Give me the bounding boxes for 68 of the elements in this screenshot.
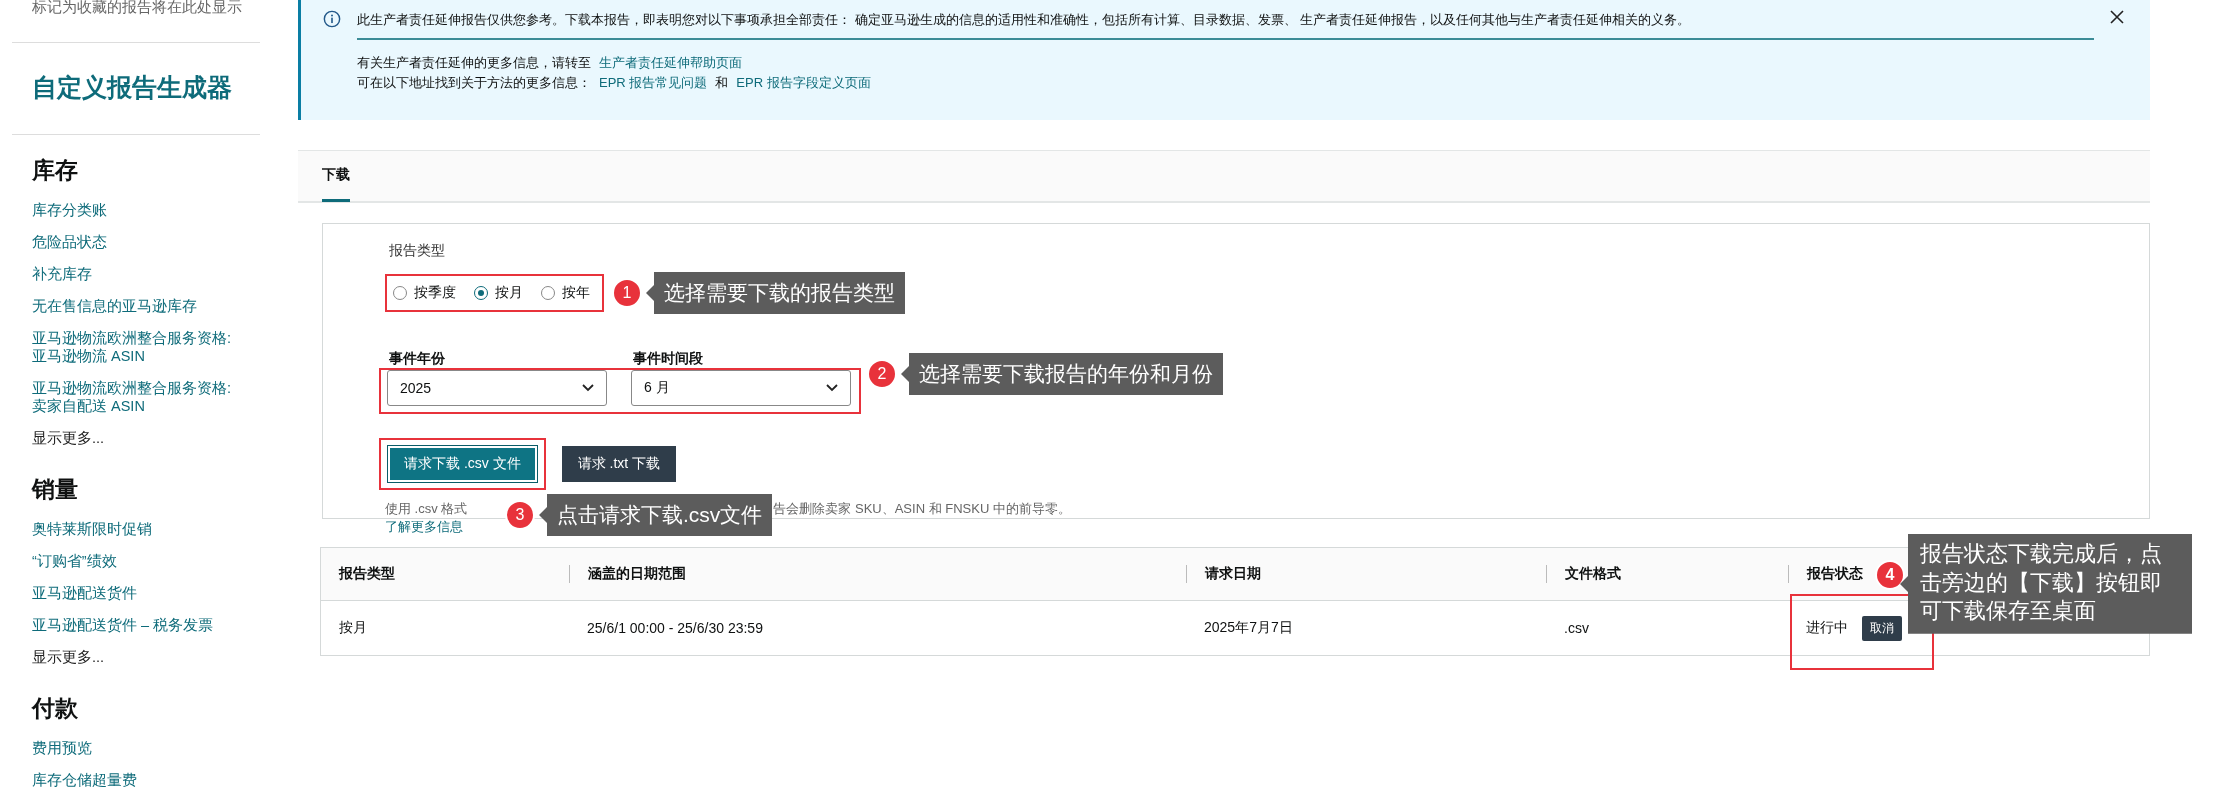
annotation-callout: 选择需要下载的报告类型 — [646, 272, 905, 314]
column-header: 报告类型 — [337, 565, 396, 583]
sidebar-link[interactable]: 亚马逊配送货件 – 税务发票 — [12, 609, 280, 641]
column-header: 请求日期 — [1186, 565, 1546, 583]
column-header: 涵盖的日期范围 — [569, 565, 1186, 583]
help-text: 使用 .csv 格式 — [385, 500, 468, 518]
sidebar-link[interactable]: 费用预览 — [12, 732, 280, 764]
sidebar-link[interactable]: 库存仓储超量费 — [12, 764, 280, 796]
sidebar-link[interactable]: 危险品状态 — [12, 226, 280, 258]
favorites-note: 标记为收藏的报告将在此处显示 — [31, 0, 243, 17]
radio-label: 按年 — [562, 284, 590, 302]
field-label: 事件年份 — [389, 350, 445, 368]
section-heading: 销量 — [30, 475, 79, 504]
field-label: 事件时间段 — [633, 350, 703, 368]
radio-button[interactable] — [393, 286, 407, 300]
annotation-callout: 点击请求下载.csv文件 — [539, 494, 773, 536]
faq-link[interactable]: EPR 报告常见问题 — [599, 73, 708, 93]
sidebar-link[interactable]: “订购省”绩效 — [12, 545, 280, 577]
request-csv-button[interactable]: 请求下载 .csv 文件 — [387, 445, 538, 483]
step-number-badge: 4 — [1875, 560, 1905, 590]
table-cell-text: 按月 — [338, 619, 368, 637]
definition-link[interactable]: EPR 报告字段定义页面 — [736, 73, 871, 93]
radio-option[interactable]: 按年 — [541, 284, 590, 302]
close-icon[interactable] — [2110, 10, 2124, 24]
sidebar-title: 自定义报告生成器 — [31, 72, 233, 103]
help-text: 告会删除卖家 SKU、ASIN 和 FNSKU 中的前导零。 — [773, 500, 1071, 518]
step-number-badge: 3 — [505, 500, 535, 530]
banner-message: 此生产者责任延伸报告仅供您参考。下载本报告，即表明您对以下事项承担全部责任： 确定亚马逊生成的信息的适用性和准确性，包括所有计算、目录数据、发票、 生产者责任延伸报告，以及任何其他与生产者责任延伸相关的义务。 — [357, 10, 2094, 40]
table-cell-text: 25/6/1 00:00 - 25/6/30 23:59 — [586, 620, 764, 636]
radio-button[interactable] — [474, 286, 488, 300]
sidebar-link[interactable]: 亚马逊配送货件 — [12, 577, 280, 609]
dropdown[interactable]: 6 月 — [631, 370, 851, 406]
help-text: 可在以下地址找到关于方法的更多信息： — [357, 74, 591, 92]
radio-option[interactable]: 按季度 — [393, 284, 456, 302]
column-header: 文件格式 — [1546, 565, 1788, 583]
step-number-badge: 2 — [867, 359, 897, 389]
sidebar-link[interactable]: 奥特莱斯限时促销 — [12, 513, 280, 545]
dropdown[interactable]: 2025 — [387, 370, 607, 406]
sidebar-link[interactable]: 亚马逊物流欧洲整合服务资格: 卖家自配送 ASIN — [12, 372, 280, 422]
cancel-button[interactable]: 取消 — [1862, 615, 1902, 641]
radio-button[interactable] — [541, 286, 555, 300]
show-more-link[interactable]: 显示更多... — [12, 422, 280, 454]
info-icon — [323, 10, 341, 28]
show-more-link[interactable]: 显示更多... — [12, 641, 280, 673]
field-label: 报告类型 — [389, 242, 446, 260]
request-txt-button[interactable]: 请求 .txt 下载 — [561, 446, 677, 482]
chevron-down-icon — [582, 384, 594, 392]
conjunction-text: 和 — [715, 74, 729, 92]
sidebar-link[interactable]: 库存分类账 — [12, 194, 280, 226]
sidebar-link[interactable]: 无在售信息的亚马逊库存 — [12, 290, 280, 322]
annotation-callout: 选择需要下载报告的年份和月份 — [901, 353, 1223, 395]
help-text: 有关生产者责任延伸的更多信息，请转至 — [357, 54, 591, 72]
radio-label: 按季度 — [414, 284, 456, 302]
sidebar-link[interactable]: 补充库存 — [12, 258, 280, 290]
radio-option[interactable]: 按月 — [474, 284, 523, 302]
tab[interactable]: 下载 — [322, 151, 350, 202]
learn-more-link[interactable]: 了解更多信息 — [385, 518, 463, 536]
radio-label: 按月 — [495, 284, 523, 302]
section-heading: 库存 — [31, 156, 79, 185]
status-text: 进行中 — [1806, 619, 1848, 637]
section-heading: 付款 — [30, 694, 79, 723]
chevron-down-icon — [826, 384, 838, 392]
help-link[interactable]: 生产者责任延伸帮助页面 — [599, 53, 742, 73]
annotation-callout: 报告状态下载完成后，点击旁边的【下载】按钮即可下载保存至桌面 — [1900, 534, 2192, 634]
step-number-badge: 1 — [612, 278, 642, 308]
table-cell-text: .csv — [1563, 620, 1590, 636]
sidebar-link[interactable]: 亚马逊物流欧洲整合服务资格: 亚马逊物流 ASIN — [12, 322, 280, 372]
table-cell-text: 2025年7月7日 — [1203, 619, 1294, 637]
